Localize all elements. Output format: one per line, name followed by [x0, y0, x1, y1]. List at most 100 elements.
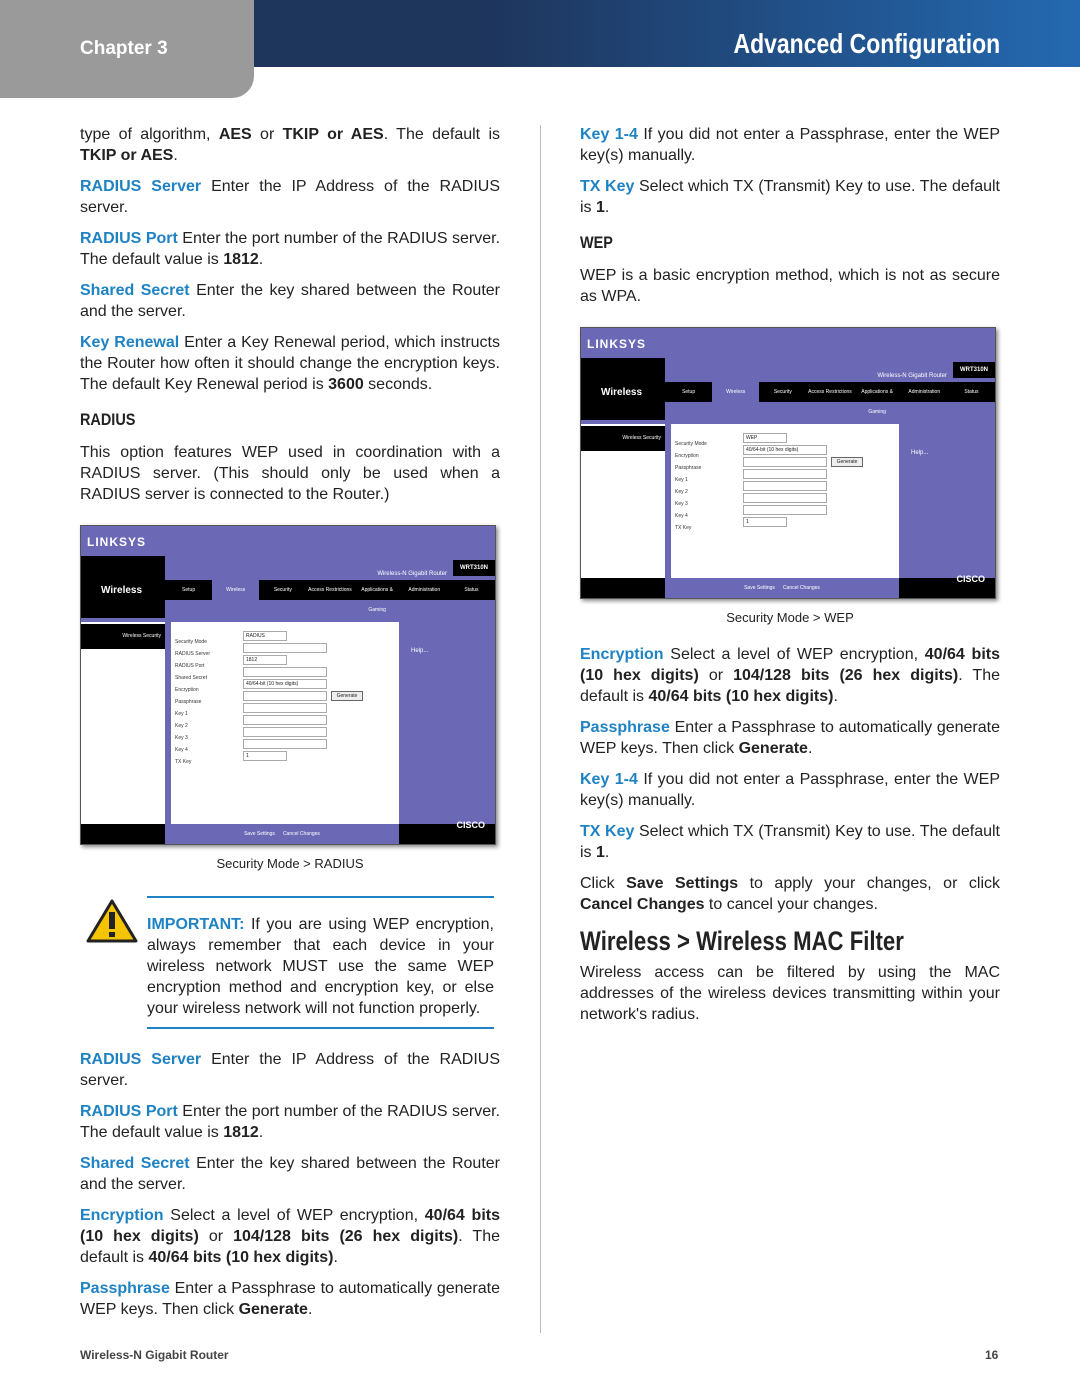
form-field	[243, 667, 327, 677]
wep-screenshot: LINKSYS Wireless Wireless-N Gigabit Rout…	[580, 327, 996, 599]
router-tab: Setup	[182, 587, 196, 593]
passphrase-paragraph: Passphrase Enter a Passphrase to automat…	[80, 1280, 500, 1318]
router-tab: Wireless	[212, 580, 260, 600]
important-note: IMPORTANT: If you are using WEP encrypti…	[80, 896, 500, 1029]
form-field: 1	[243, 751, 287, 761]
save-paragraph: Click Save Settings to apply your change…	[580, 875, 1000, 913]
router-tab: Applications & Gaming	[361, 587, 393, 613]
radius-screenshot: LINKSYS Wireless Wireless-N Gigabit Rout…	[80, 525, 496, 845]
nav-area: Wireless-N Gigabit Router WRT310N	[665, 358, 995, 382]
form-label: TX Key	[675, 525, 692, 531]
section-title: Advanced Configuration	[733, 28, 1000, 59]
cisco-logo: CISCO	[456, 820, 485, 830]
note-rule-bottom	[147, 1027, 494, 1029]
chapter-label: Chapter 3	[80, 38, 168, 59]
wep-intro: WEP is a basic encryption method, which …	[580, 267, 1000, 305]
form-field	[243, 643, 327, 653]
radius-caption: Security Mode > RADIUS	[216, 856, 364, 871]
router-tabs: Setup Wireless Security Access Restrictions…	[665, 382, 995, 415]
router-tabs: Setup Wireless Security Access Restrictions…	[165, 580, 495, 613]
form-field: 40/64-bit (10 hex digits)	[743, 445, 827, 455]
generate-button: Generate	[331, 691, 363, 701]
form-field	[243, 739, 327, 749]
manual-page: Chapter 3 Advanced Configuration type of…	[0, 0, 1080, 1397]
router-tab: Administration	[908, 389, 941, 395]
note-rule-top	[147, 896, 494, 898]
key-paragraph-2: Key 1-4 If you did not enter a Passphras…	[580, 771, 1001, 809]
column-divider	[540, 125, 541, 1333]
tx-key-paragraph-2: TX Key Select which TX (Transmit) Key to…	[580, 823, 1000, 861]
nav-area: Wireless-N Gigabit Router WRT310N	[165, 556, 495, 580]
router-tab: Status	[464, 587, 479, 593]
encryption-paragraph: Encryption Select a level of WEP encrypt…	[80, 1207, 501, 1266]
generate-button: Generate	[831, 457, 863, 467]
router-tab: Access Restrictions	[808, 389, 852, 395]
help-link: Help...	[911, 450, 929, 456]
warning-icon	[86, 899, 138, 943]
router-tab: Wireless	[712, 382, 760, 402]
form-field	[743, 493, 827, 503]
save-settings-button: Save Settings	[744, 584, 775, 591]
form-field: 40/64-bit (10 hex digits)	[243, 679, 327, 689]
button-bar: Save Settings Cancel Changes	[665, 578, 899, 598]
form-field	[743, 481, 827, 491]
form-field	[743, 469, 827, 479]
router-tab: Security	[273, 587, 292, 593]
passphrase-paragraph-right: Passphrase Enter a Passphrase to automat…	[580, 719, 1000, 757]
form-field: 1812	[243, 655, 287, 665]
form-field: 1	[743, 517, 787, 527]
section-label-box: Wireless	[81, 556, 165, 618]
wep-heading: WEP	[580, 233, 613, 252]
router-tab: Applications & Gaming	[861, 389, 893, 415]
important-label: IMPORTANT:	[147, 916, 245, 933]
footer-product: Wireless-N Gigabit Router	[80, 1348, 229, 1362]
form-area: Security Mode RADIUS RADIUS Server RADIUS P…	[171, 622, 399, 824]
encryption-paragraph-right: Encryption Select a level of WEP encrypt…	[580, 646, 1001, 705]
algorithm-paragraph: type of algorithm, AES or TKIP or AES. T…	[80, 126, 500, 164]
right-column: Key 1-4 If you did not enter a Passphras…	[580, 124, 1000, 1035]
radius-port-paragraph-2: RADIUS Port Enter the port number of the…	[80, 1103, 501, 1141]
tx-key-paragraph: TX Key Select which TX (Transmit) Key to…	[580, 178, 1000, 216]
form-field	[243, 703, 327, 713]
left-panel: Wireless Security	[81, 622, 165, 824]
model-number: WRT310N	[453, 560, 495, 576]
wep-caption: Security Mode > WEP	[726, 610, 854, 625]
form-label: TX Key	[175, 759, 192, 765]
router-tab: Status	[964, 389, 979, 395]
shared-secret-paragraph-2: Shared Secret Enter the key shared betwe…	[80, 1155, 500, 1193]
radius-server-paragraph: RADIUS Server Enter the IP Address of th…	[80, 178, 501, 216]
router-tab: Administration	[408, 587, 441, 593]
save-settings-button: Save Settings	[244, 830, 275, 837]
mac-filter-intro: Wireless access can be filtered by using…	[580, 964, 1000, 1023]
linksys-logo: LINKSYS	[587, 337, 647, 351]
router-tab: Setup	[682, 389, 696, 395]
form-area: Security Mode WEP Encryption 40/64-bit (10 …	[671, 424, 899, 578]
form-field	[243, 715, 327, 725]
radius-heading: RADIUS	[80, 410, 136, 429]
radius-server-paragraph-2: RADIUS Server Enter the IP Address of th…	[80, 1051, 501, 1089]
shared-secret-paragraph: Shared Secret Enter the key shared betwe…	[80, 282, 500, 320]
router-tab: Access Restrictions	[308, 587, 352, 593]
section-label-box: Wireless	[581, 358, 665, 420]
key-renewal-paragraph: Key Renewal Enter a Key Renewal period, …	[80, 334, 500, 393]
left-column: type of algorithm, AES or TKIP or AES. T…	[80, 124, 500, 1330]
help-link: Help...	[411, 648, 429, 654]
form-field	[743, 457, 827, 467]
form-field	[743, 505, 827, 515]
radius-port-paragraph: RADIUS Port Enter the port number of the…	[80, 230, 501, 268]
cisco-logo: CISCO	[956, 574, 985, 584]
form-field	[243, 727, 327, 737]
form-field: WEP	[743, 433, 787, 443]
key-paragraph: Key 1-4 If you did not enter a Passphras…	[580, 126, 1001, 164]
model-number: WRT310N	[953, 362, 995, 378]
form-field	[243, 691, 327, 701]
left-panel: Wireless Security	[581, 424, 665, 578]
page-number: 16	[985, 1348, 999, 1362]
button-bar: Save Settings Cancel Changes	[165, 824, 399, 844]
radius-intro: This option features WEP used in coordin…	[80, 444, 500, 503]
cancel-changes-button: Cancel Changes	[782, 584, 820, 591]
linksys-logo: LINKSYS	[87, 535, 147, 549]
router-tab: Security	[773, 389, 792, 395]
mac-filter-heading: Wireless > Wireless MAC Filter	[580, 926, 904, 956]
form-field: RADIUS	[243, 631, 287, 641]
